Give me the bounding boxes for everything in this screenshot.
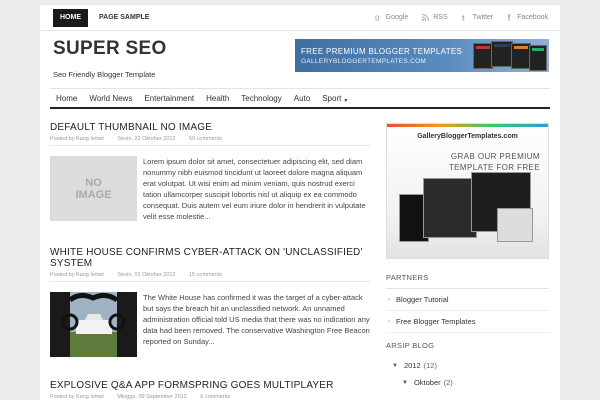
ad-site-name: GalleryBloggerTemplates.com	[417, 133, 518, 140]
triangle-down-icon: ▼	[392, 362, 398, 369]
nav-technology[interactable]: Technology	[235, 89, 287, 107]
sidebar-ad[interactable]: GalleryBloggerTemplates.com GRAB OUR PRE…	[386, 123, 549, 259]
svg-text:t: t	[462, 14, 465, 21]
nav-auto[interactable]: Auto	[288, 89, 316, 107]
nav-entertainment[interactable]: Entertainment	[138, 89, 200, 107]
post-item: DEFAULT THUMBNAIL NO IMAGE Posted by Kan…	[50, 122, 370, 222]
social-links: g Google RSS t Twitter f Facebook	[361, 13, 548, 21]
post-body: The White House has confirmed it was the…	[50, 292, 370, 357]
social-google-label: Google	[385, 13, 409, 21]
partner-link-label: Free Blogger Templates	[396, 317, 476, 326]
chevron-right-icon: ›	[388, 318, 390, 325]
social-twitter-label: Twitter	[472, 13, 494, 21]
post-author: Posted by Kang Ismet	[50, 272, 104, 278]
svg-text:g: g	[375, 13, 379, 21]
top-nav-home[interactable]: HOME	[53, 9, 88, 27]
archive-month-label: Oktober	[413, 378, 441, 387]
post-excerpt: The White House has confirmed it was the…	[143, 293, 370, 346]
chevron-right-icon: ›	[388, 296, 390, 303]
ad-screenshot-4	[497, 208, 533, 242]
social-facebook-label: Facebook	[517, 13, 548, 21]
social-rss[interactable]: RSS	[422, 13, 448, 21]
facebook-icon: f	[508, 13, 512, 21]
archive-year-label: 2012	[403, 361, 421, 370]
post-title[interactable]: DEFAULT THUMBNAIL NO IMAGE	[50, 122, 370, 133]
post-comments[interactable]: 6 comments	[200, 394, 230, 400]
ad-stripe	[387, 124, 548, 127]
banner-screenshot-2	[491, 41, 513, 67]
post-date: Senin, 22 Oktober 2012	[117, 136, 176, 142]
post-date: Minggu, 09 September 2012	[117, 394, 187, 400]
post-excerpt: Lorem ipsum dolor sit amet, consectetuer…	[143, 157, 366, 221]
nav-sport-label: Sport	[322, 94, 342, 103]
white-house-photo	[50, 292, 137, 357]
triangle-down-icon: ▼	[402, 379, 408, 386]
post-author: Posted by Kang Ismet	[50, 136, 104, 142]
banner-screenshot-4	[529, 45, 547, 71]
archive-month[interactable]: ▼ Oktober (2)	[386, 373, 549, 390]
post-comments[interactable]: 50 comments	[189, 136, 222, 142]
post-meta: Posted by Kang Ismet Senin, 22 Oktober 2…	[50, 136, 370, 146]
social-facebook[interactable]: f Facebook	[507, 13, 548, 21]
nav-sport[interactable]: Sport ▼	[316, 89, 354, 107]
top-nav-page-sample[interactable]: PAGE SAMPLE	[92, 9, 156, 27]
main-nav: Home World News Entertainment Health Tec…	[50, 88, 550, 109]
blog-tagline: Seo Friendly Blogger Template	[53, 70, 156, 79]
sidebar: GalleryBloggerTemplates.com GRAB OUR PRE…	[386, 123, 549, 390]
post-comments[interactable]: 15 comments	[189, 272, 222, 278]
top-bar: HOME PAGE SAMPLE g Google RSS t Twitter …	[40, 5, 560, 31]
nav-home[interactable]: Home	[50, 89, 83, 107]
partners-heading: PARTNERS	[386, 273, 549, 289]
page: HOME PAGE SAMPLE g Google RSS t Twitter …	[40, 5, 560, 400]
partner-link-label: Blogger Tutorial	[396, 295, 449, 304]
no-image-label: NO IMAGE	[75, 176, 112, 201]
social-google[interactable]: g Google	[375, 13, 409, 21]
top-nav: HOME PAGE SAMPLE	[53, 9, 160, 27]
archive-year-count: (12)	[423, 361, 437, 370]
chevron-down-icon: ▼	[343, 98, 349, 104]
banner-screenshot-1	[473, 43, 493, 69]
blog-header: SUPER SEO Seo Friendly Blogger Template	[53, 38, 167, 79]
nav-health[interactable]: Health	[200, 89, 235, 107]
twitter-icon: t	[462, 14, 465, 21]
archive-heading: ARSIP BLOG	[386, 341, 435, 350]
post-body: NO IMAGE Lorem ipsum dolor sit amet, con…	[50, 156, 370, 222]
archive-month-count: (2)	[443, 378, 453, 387]
post-thumbnail[interactable]: NO IMAGE	[50, 156, 137, 221]
blog-title[interactable]: SUPER SEO	[53, 38, 167, 60]
social-twitter[interactable]: t Twitter	[462, 13, 494, 21]
post-title[interactable]: EXPLOSIVE Q&A APP FORMSPRING GOES MULTIP…	[50, 380, 370, 391]
rss-icon	[422, 13, 430, 21]
social-rss-label: RSS	[433, 13, 448, 21]
post-title[interactable]: WHITE HOUSE CONFIRMS CYBER-ATTACK ON 'UN…	[50, 247, 370, 269]
post-author: Posted by Kang Ismet	[50, 394, 104, 400]
banner-screenshot-3	[511, 43, 531, 69]
post-item: WHITE HOUSE CONFIRMS CYBER-ATTACK ON 'UN…	[50, 247, 370, 357]
post-date: Senin, 01 Oktober 2012	[117, 272, 176, 278]
post-item: EXPLOSIVE Q&A APP FORMSPRING GOES MULTIP…	[50, 380, 370, 400]
post-thumbnail[interactable]	[50, 292, 137, 357]
post-meta: Posted by Kang Ismet Minggu, 09 Septembe…	[50, 394, 370, 400]
nav-world-news[interactable]: World News	[83, 89, 138, 107]
banner-line2: GALLERYBLOGGERTEMPLATES.COM	[301, 58, 427, 65]
ad-text: GRAB OUR PREMIUM TEMPLATE FOR FREE	[448, 152, 540, 172]
google-icon: g	[375, 13, 379, 21]
partner-link[interactable]: › Blogger Tutorial	[386, 289, 549, 311]
ad-screenshot-2	[423, 178, 477, 238]
post-meta: Posted by Kang Ismet Senin, 01 Oktober 2…	[50, 272, 370, 282]
partner-link[interactable]: › Free Blogger Templates	[386, 311, 549, 333]
banner-line1: FREE PREMIUM BLOGGER TEMPLATES	[301, 47, 463, 56]
header-banner[interactable]: FREE PREMIUM BLOGGER TEMPLATES GALLERYBL…	[295, 39, 549, 72]
svg-text:f: f	[508, 13, 512, 21]
archive-year[interactable]: ▼ 2012 (12)	[386, 356, 549, 373]
